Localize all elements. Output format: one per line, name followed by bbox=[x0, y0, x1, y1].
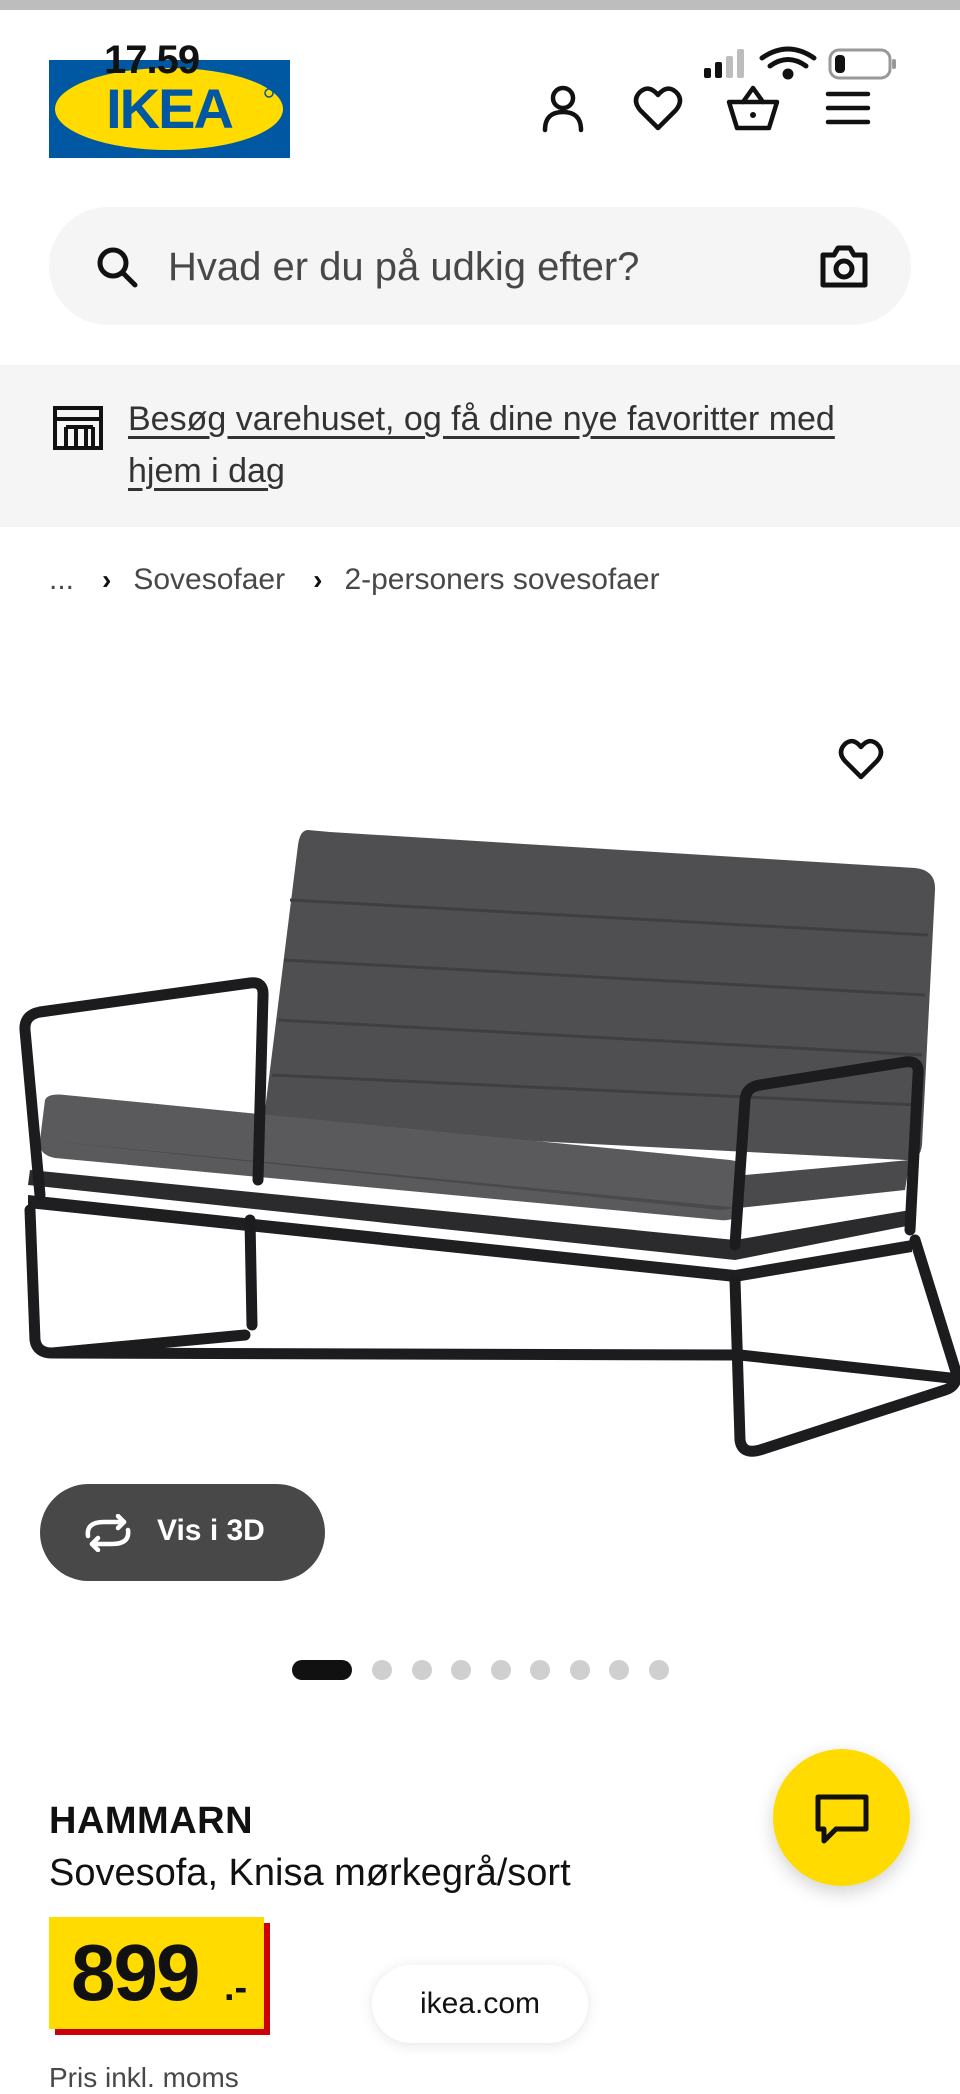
view-in-3d-label: Vis i 3D bbox=[157, 1514, 265, 1547]
price-note: Pris inkl. moms bbox=[49, 2062, 239, 2093]
wifi-icon bbox=[759, 46, 817, 80]
chat-bubble-icon bbox=[815, 1794, 869, 1844]
camera-search-icon[interactable] bbox=[819, 243, 869, 289]
search-bar[interactable]: Hvad er du på udkig efter? bbox=[49, 207, 911, 325]
product-description: Sovesofa, Knisa mørkegrå/sort bbox=[49, 1852, 571, 1894]
chevron-right-icon: › bbox=[102, 564, 112, 595]
rotate-3d-icon bbox=[82, 1513, 134, 1553]
basket-icon[interactable] bbox=[725, 80, 781, 136]
breadcrumb-sovesofaer[interactable]: Sovesofaer bbox=[133, 563, 285, 597]
gallery-dot[interactable] bbox=[451, 1660, 471, 1680]
product-name: HAMMARN bbox=[49, 1800, 254, 1842]
header-actions bbox=[535, 80, 895, 140]
gallery-dot[interactable] bbox=[609, 1660, 629, 1680]
price-value: 899 bbox=[71, 1928, 200, 2017]
favorites-heart-icon[interactable] bbox=[630, 80, 686, 136]
chat-button[interactable] bbox=[773, 1749, 910, 1886]
view-in-3d-button[interactable]: Vis i 3D bbox=[40, 1484, 325, 1581]
svg-text:IKEA: IKEA bbox=[106, 77, 232, 140]
breadcrumb: ... › Sovesofaer › 2-personers sovesofae… bbox=[49, 560, 660, 600]
product-image-sofa-bed[interactable] bbox=[0, 800, 960, 1490]
status-time: 17.59 bbox=[104, 38, 200, 82]
store-visit-link[interactable]: Besøg varehuset, og få dine nye favoritt… bbox=[128, 393, 908, 497]
gallery-dot[interactable] bbox=[292, 1660, 352, 1680]
store-visit-banner[interactable]: Besøg varehuset, og få dine nye favoritt… bbox=[0, 365, 960, 527]
gallery-dot[interactable] bbox=[648, 1660, 669, 1680]
gallery-dot[interactable] bbox=[411, 1660, 432, 1680]
gallery-dot[interactable] bbox=[372, 1660, 392, 1680]
search-icon bbox=[95, 245, 139, 289]
account-icon[interactable] bbox=[535, 80, 591, 136]
store-icon bbox=[52, 405, 104, 451]
gallery-dot[interactable] bbox=[569, 1660, 590, 1680]
search-input[interactable]: Hvad er du på udkig efter? bbox=[168, 245, 639, 290]
browser-top-edge bbox=[0, 0, 960, 10]
price-suffix: .- bbox=[224, 1967, 248, 2009]
price-tag: 899 .- bbox=[49, 1917, 264, 2029]
add-to-favorites-heart-icon[interactable] bbox=[836, 733, 886, 783]
menu-icon[interactable] bbox=[820, 80, 876, 136]
cellular-signal-icon bbox=[704, 49, 744, 78]
gallery-dot[interactable] bbox=[530, 1660, 550, 1680]
chevron-right-icon: › bbox=[313, 564, 323, 595]
status-icons bbox=[700, 44, 900, 84]
battery-icon bbox=[828, 48, 896, 80]
breadcrumb-2-personers[interactable]: 2-personers sovesofaer bbox=[344, 563, 659, 597]
gallery-dot[interactable] bbox=[490, 1660, 511, 1680]
browser-url-bar[interactable]: ikea.com bbox=[372, 1965, 588, 2043]
breadcrumb-ellipsis[interactable]: ... bbox=[49, 563, 74, 597]
